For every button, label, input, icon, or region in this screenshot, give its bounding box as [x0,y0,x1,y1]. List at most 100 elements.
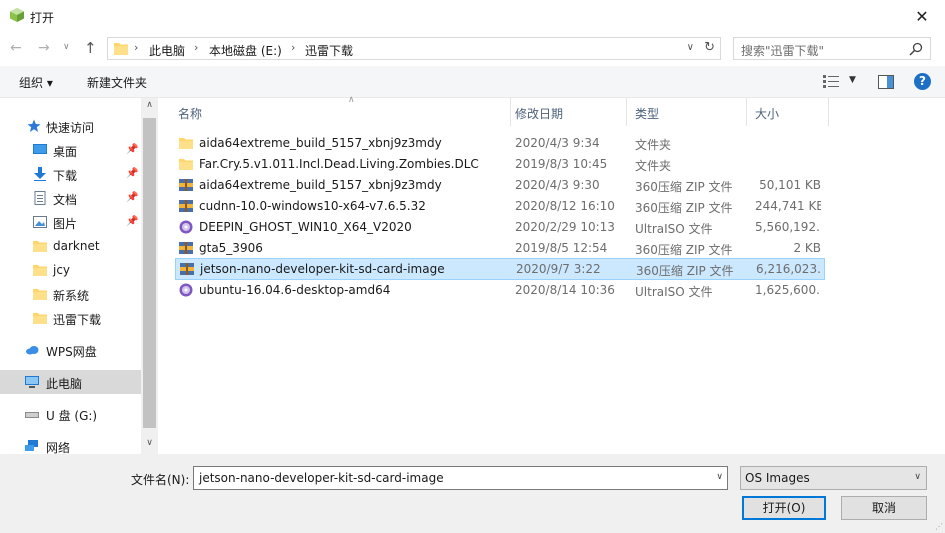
network-icon [25,440,38,451]
preview-pane-icon[interactable] [878,75,894,89]
refresh-icon[interactable]: ↻ [704,40,715,55]
nav-item-label: darknet [53,239,100,253]
zip-icon [179,179,193,191]
app-icon [10,8,24,22]
file-name: jetson-nano-developer-kit-sd-card-image [200,262,445,276]
document-icon [34,191,46,205]
nav-item-quick-access[interactable]: 快速访问 [0,114,141,138]
disc-icon [179,283,193,297]
view-options-chevron-icon[interactable]: ▼ [849,75,856,85]
file-date: 2020/8/12 16:10 [515,199,615,213]
zip-icon [179,200,193,212]
filename-input[interactable]: jetson-nano-developer-kit-sd-card-image … [193,466,728,490]
file-row[interactable]: aida64extreme_build_5157_xbnj9z3mdy 2020… [175,175,825,195]
nav-item-desktop[interactable]: 桌面 📌 [0,138,141,162]
file-date: 2020/2/29 10:13 [515,220,615,234]
file-date: 2020/8/14 10:36 [515,283,615,297]
file-name: Far.Cry.5.v1.011.Incl.Dead.Living.Zombie… [199,157,479,171]
file-row[interactable]: ubuntu-16.04.6-desktop-amd64 2020/8/14 1… [175,280,825,300]
download-icon [34,167,46,181]
nav-item-this-pc[interactable]: 此电脑 [0,370,141,394]
nav-item-label: 迅雷下载 [53,313,102,327]
breadcrumb-this-pc[interactable]: 此电脑 [149,42,185,59]
recent-locations-chevron-icon[interactable]: ∨ [63,42,75,56]
open-button[interactable]: 打开(O) [742,496,826,520]
nav-item-documents[interactable]: 文档 📌 [0,186,141,210]
column-header-label: 类型 [635,107,660,121]
file-row[interactable]: Far.Cry.5.v1.011.Incl.Dead.Living.Zombie… [175,154,825,174]
window-title: 打开 [30,11,55,25]
folder-icon [179,159,193,170]
nav-scrollbar[interactable]: ∧ ∨ [141,98,158,454]
breadcrumb-xunlei-download[interactable]: 迅雷下载 [305,42,353,59]
scrollbar-thumb[interactable] [143,118,156,428]
nav-item-label: 此电脑 [46,377,83,391]
nav-item-label: 新系统 [53,289,90,303]
file-date: 2019/8/3 10:45 [515,157,608,171]
file-row[interactable]: gta5_3906 2019/8/5 12:54 360压缩 ZIP 文件 2 … [175,238,825,258]
organize-button[interactable]: 组织 ▾ [19,74,53,91]
file-type: 文件夹 [635,159,672,173]
nav-item-jcy[interactable]: jcy [0,258,141,282]
column-header-type[interactable]: 类型 [627,98,747,126]
nav-item-wps-cloud[interactable]: WPS网盘 [0,338,141,362]
file-row-selected[interactable]: jetson-nano-developer-kit-sd-card-image … [175,258,825,280]
search-placeholder: 搜索"迅雷下载" [741,44,825,58]
file-size: 50,101 KB [759,178,821,192]
address-bar[interactable]: › 此电脑 › 本地磁盘 (E:) › 迅雷下载 ∨ ↻ [107,37,721,60]
pin-icon[interactable]: 📌 [126,192,138,203]
file-size: 5,560,192... [755,220,821,234]
chevron-down-icon[interactable]: ∨ [716,472,723,482]
search-input[interactable]: 搜索"迅雷下载" [733,37,931,60]
nav-item-new-system[interactable]: 新系统 [0,282,141,306]
computer-icon [25,376,39,388]
pin-icon[interactable]: 📌 [126,168,138,179]
file-type: 文件夹 [635,138,672,152]
navigation-pane: 快速访问 桌面 📌 下载 📌 文档 📌 图片 📌 darknet jcy 新系统… [0,98,158,455]
nav-item-darknet[interactable]: darknet [0,234,141,258]
pin-icon[interactable]: 📌 [126,144,138,155]
view-details-icon[interactable] [823,75,839,88]
pin-icon[interactable]: 📌 [126,216,138,227]
chevron-down-icon[interactable]: ∨ [687,42,694,53]
column-header-size[interactable]: 大小 [747,98,829,126]
drive-icon [25,412,39,418]
forward-button[interactable]: → [38,40,58,58]
column-header-date[interactable]: 修改日期 [507,98,627,126]
filename-value: jetson-nano-developer-kit-sd-card-image [199,471,444,485]
sort-ascending-icon: ∧ [348,95,355,105]
cancel-button[interactable]: 取消 [841,496,927,520]
resize-grip-icon[interactable]: ⋰ [935,522,943,531]
file-name: gta5_3906 [199,241,263,255]
file-row[interactable]: cudnn-10.0-windows10-x64-v7.6.5.32 2020/… [175,196,825,216]
file-type: UltraISO 文件 [635,285,713,299]
up-arrow-icon[interactable]: ↑ [84,39,104,59]
breadcrumb-drive-e[interactable]: 本地磁盘 (E:) [209,42,282,59]
file-row[interactable]: aida64extreme_build_5157_xbnj9z3mdy 2020… [175,133,825,153]
file-row[interactable]: DEEPIN_GHOST_WIN10_X64_V2020 2020/2/29 1… [175,217,825,237]
scroll-up-icon[interactable]: ∧ [141,100,158,114]
back-button[interactable]: ← [10,40,30,58]
nav-item-pictures[interactable]: 图片 📌 [0,210,141,234]
nav-item-usb-drive[interactable]: U 盘 (G:) [0,402,141,426]
chevron-down-icon[interactable]: ∨ [914,472,921,482]
file-name: aida64extreme_build_5157_xbnj9z3mdy [199,178,442,192]
column-header-name[interactable]: 名称 ∧ [170,95,511,126]
title-bar: 打开 ✕ [0,0,945,32]
close-button[interactable]: ✕ [899,0,945,32]
search-icon[interactable] [909,42,923,56]
close-icon: ✕ [915,6,929,26]
file-type-filter-select[interactable]: OS Images ∨ [740,466,927,490]
nav-item-label: U 盘 (G:) [46,409,98,423]
file-size: 1,625,600... [755,283,821,297]
nav-item-xunlei-download[interactable]: 迅雷下载 [0,306,141,330]
new-folder-button[interactable]: 新建文件夹 [87,74,147,91]
star-icon [27,119,41,132]
command-bar: 组织 ▾ 新建文件夹 ▼ ? [0,66,945,98]
file-name: ubuntu-16.04.6-desktop-amd64 [199,283,391,297]
nav-item-downloads[interactable]: 下载 📌 [0,162,141,186]
scroll-down-icon[interactable]: ∨ [141,438,158,452]
help-icon[interactable]: ? [914,73,931,90]
nav-item-label: 下载 [53,169,78,183]
file-type: 360压缩 ZIP 文件 [635,243,733,257]
